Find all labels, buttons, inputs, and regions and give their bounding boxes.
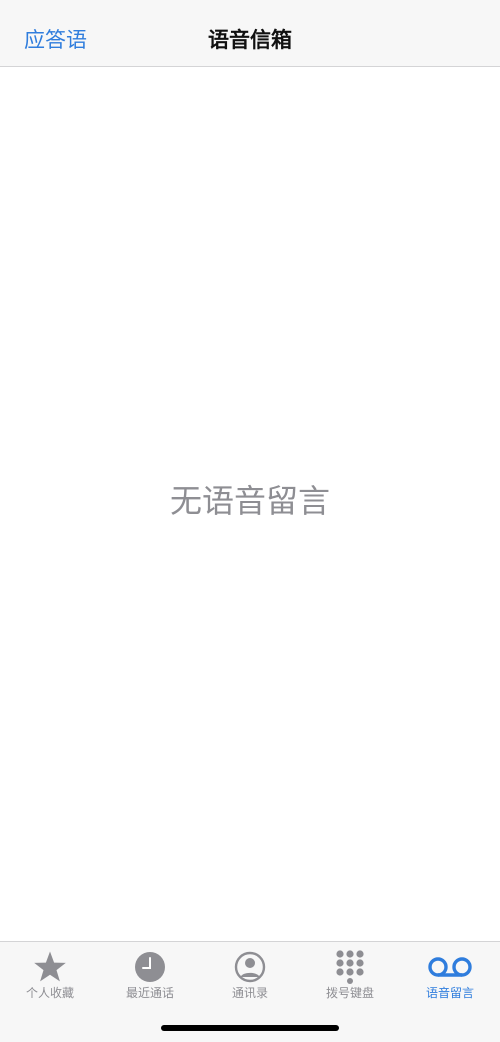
tab-favorites-label: 个人收藏 bbox=[25, 986, 74, 1000]
tab-voicemail-label: 语音留言 bbox=[425, 986, 474, 1000]
tab-voicemail[interactable]: 语音留言 bbox=[400, 942, 500, 1006]
voicemail-list-area: 无语音留言 bbox=[0, 68, 500, 941]
tab-keypad[interactable]: 拨号键盘 bbox=[300, 942, 400, 1006]
clock-icon bbox=[132, 950, 168, 984]
page-title: 语音信箱 bbox=[208, 28, 292, 52]
empty-state-message: 无语音留言 bbox=[169, 482, 330, 520]
voicemail-icon bbox=[428, 950, 472, 984]
tab-contacts[interactable]: 通讯录 bbox=[200, 942, 300, 1006]
star-icon bbox=[32, 950, 68, 984]
person-circle-icon bbox=[232, 950, 268, 984]
tab-keypad-label: 拨号键盘 bbox=[325, 986, 374, 1000]
home-indicator[interactable] bbox=[161, 1025, 339, 1031]
tab-contacts-label: 通讯录 bbox=[231, 986, 268, 1000]
tab-recents-label: 最近通话 bbox=[125, 986, 174, 1000]
tab-recents[interactable]: 最近通话 bbox=[100, 942, 200, 1006]
keypad-icon bbox=[332, 950, 368, 984]
navigation-bar: 应答语 语音信箱 bbox=[0, 0, 500, 67]
tab-favorites[interactable]: 个人收藏 bbox=[0, 942, 100, 1006]
